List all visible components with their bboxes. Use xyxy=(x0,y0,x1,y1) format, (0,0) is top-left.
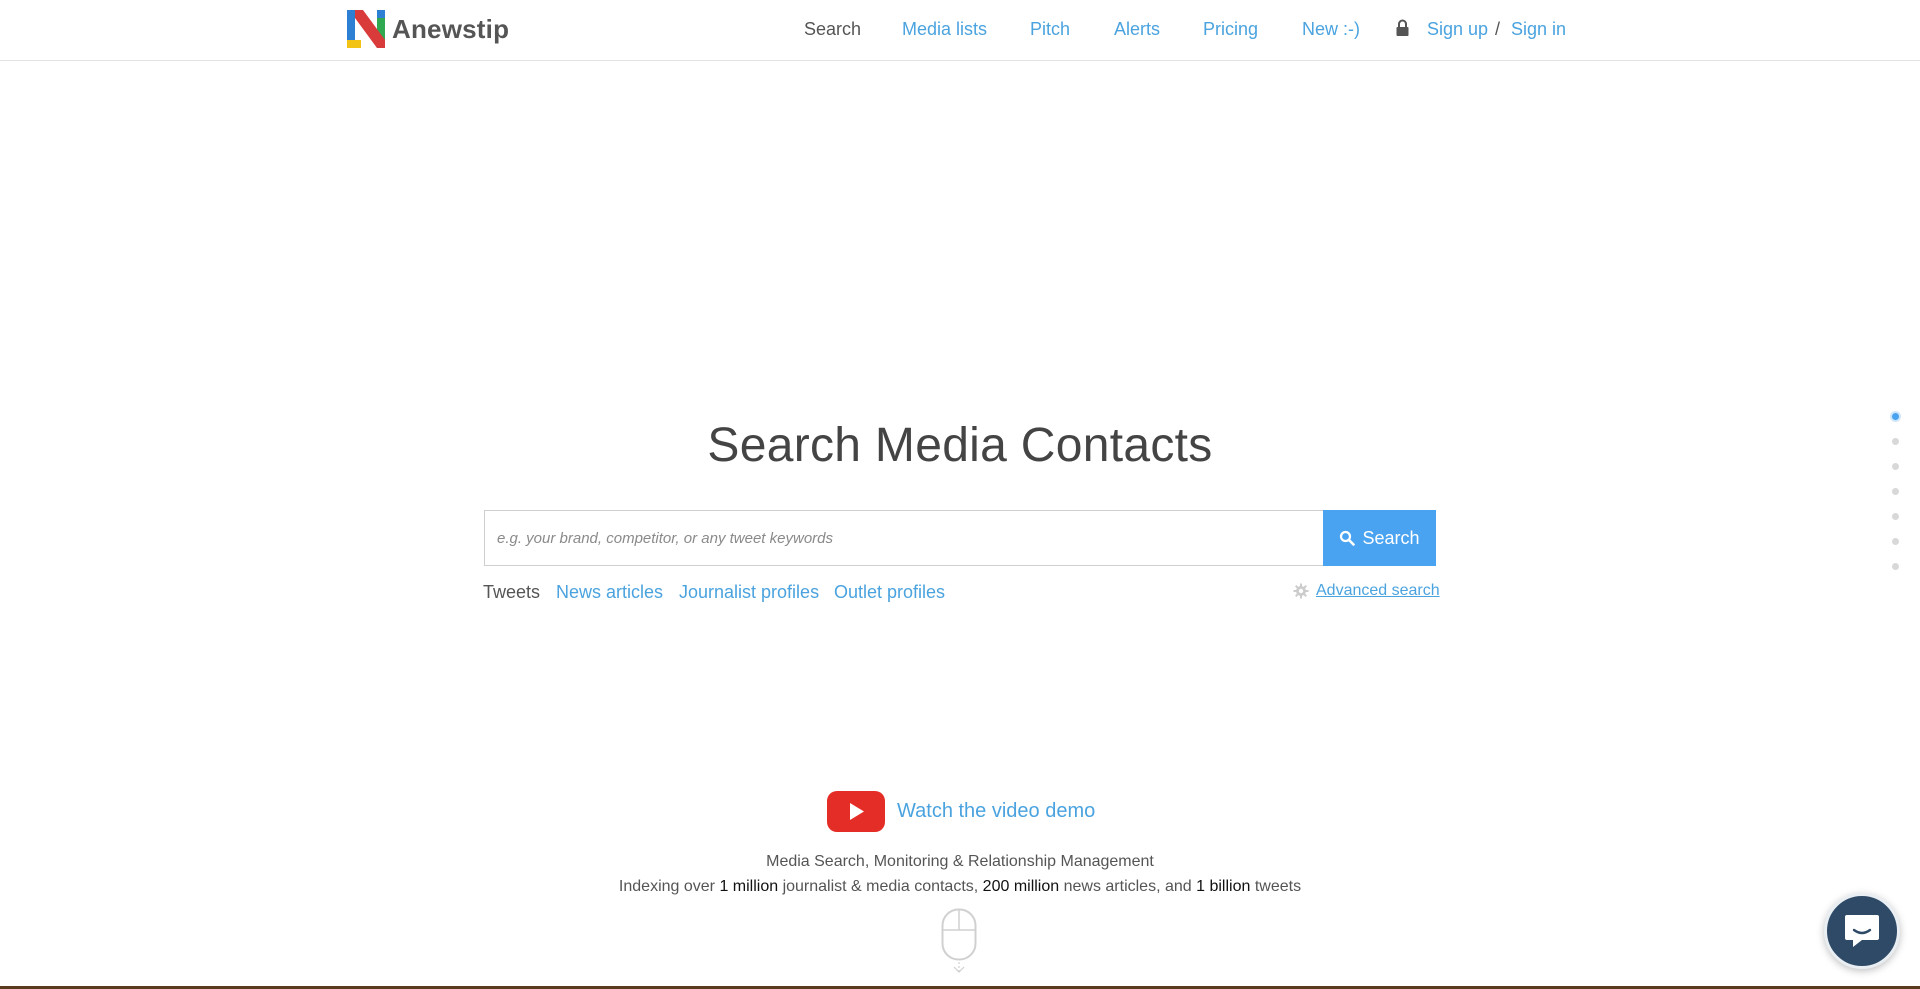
nav-separator: / xyxy=(1495,19,1501,39)
stats-tweets-count: 1 billion xyxy=(1196,878,1251,895)
stats-journalists-label: journalist & media contacts, xyxy=(778,878,983,895)
search-button[interactable]: Search xyxy=(1323,510,1436,566)
stats-prefix: Indexing over xyxy=(618,878,720,895)
stats-tweets-label: tweets xyxy=(1250,878,1302,895)
nav-new[interactable]: New :-) xyxy=(1302,17,1360,41)
gear-icon xyxy=(1293,583,1309,599)
brand-name: Anewstip xyxy=(392,13,510,44)
page-title: Search Media Contacts xyxy=(707,419,1213,472)
section-dot-2[interactable] xyxy=(1892,438,1899,445)
nav-pricing[interactable]: Pricing xyxy=(1203,17,1258,41)
scroll-mouse-icon[interactable] xyxy=(941,908,977,974)
nav-media-lists[interactable]: Media lists xyxy=(902,17,987,41)
index-stats: Indexing over 1 million journalist & med… xyxy=(0,876,1920,898)
youtube-play-icon xyxy=(827,790,885,832)
chat-bubble-icon xyxy=(1845,915,1879,947)
tab-outlet-profiles[interactable]: Outlet profiles xyxy=(834,580,945,604)
tab-news-articles[interactable]: News articles xyxy=(556,580,663,604)
stats-journalists-count: 1 million xyxy=(719,878,779,895)
nav-sign-in[interactable]: Sign in xyxy=(1511,17,1566,41)
stats-articles-count: 200 million xyxy=(982,878,1060,895)
tab-journalist-profiles[interactable]: Journalist profiles xyxy=(679,580,819,604)
nav-pitch[interactable]: Pitch xyxy=(1030,17,1070,41)
nav-alerts[interactable]: Alerts xyxy=(1114,17,1160,41)
anewstip-logo-icon xyxy=(347,10,385,48)
search-icon xyxy=(1340,530,1356,546)
chat-widget-button[interactable] xyxy=(1824,893,1900,969)
search-button-label: Search xyxy=(1362,527,1420,548)
section-dot-4[interactable] xyxy=(1892,488,1899,495)
nav-sign-up[interactable]: Sign up xyxy=(1427,17,1488,41)
section-dot-5[interactable] xyxy=(1892,513,1899,520)
video-demo[interactable]: Watch the video demo xyxy=(827,790,1095,832)
section-dot-1[interactable] xyxy=(1892,413,1899,420)
search-bar: Search xyxy=(484,510,1436,566)
brand-logo[interactable]: Anewstip xyxy=(347,10,509,48)
nav-search[interactable]: Search xyxy=(804,17,861,41)
advanced-search-link[interactable]: Advanced search xyxy=(1316,582,1440,600)
section-dot-3[interactable] xyxy=(1892,463,1899,470)
tagline: Media Search, Monitoring & Relationship … xyxy=(766,853,1154,870)
top-navbar: Anewstip Search Media lists Pitch Alerts… xyxy=(0,0,1920,61)
search-input[interactable] xyxy=(484,510,1323,566)
stats-articles-label: news articles, and xyxy=(1059,878,1197,895)
advanced-search: Advanced search xyxy=(1293,580,1440,602)
tab-tweets[interactable]: Tweets xyxy=(483,580,540,604)
lock-icon xyxy=(1396,19,1409,36)
section-dot-7[interactable] xyxy=(1892,563,1899,570)
video-demo-link[interactable]: Watch the video demo xyxy=(897,800,1095,823)
section-dot-6[interactable] xyxy=(1892,538,1899,545)
